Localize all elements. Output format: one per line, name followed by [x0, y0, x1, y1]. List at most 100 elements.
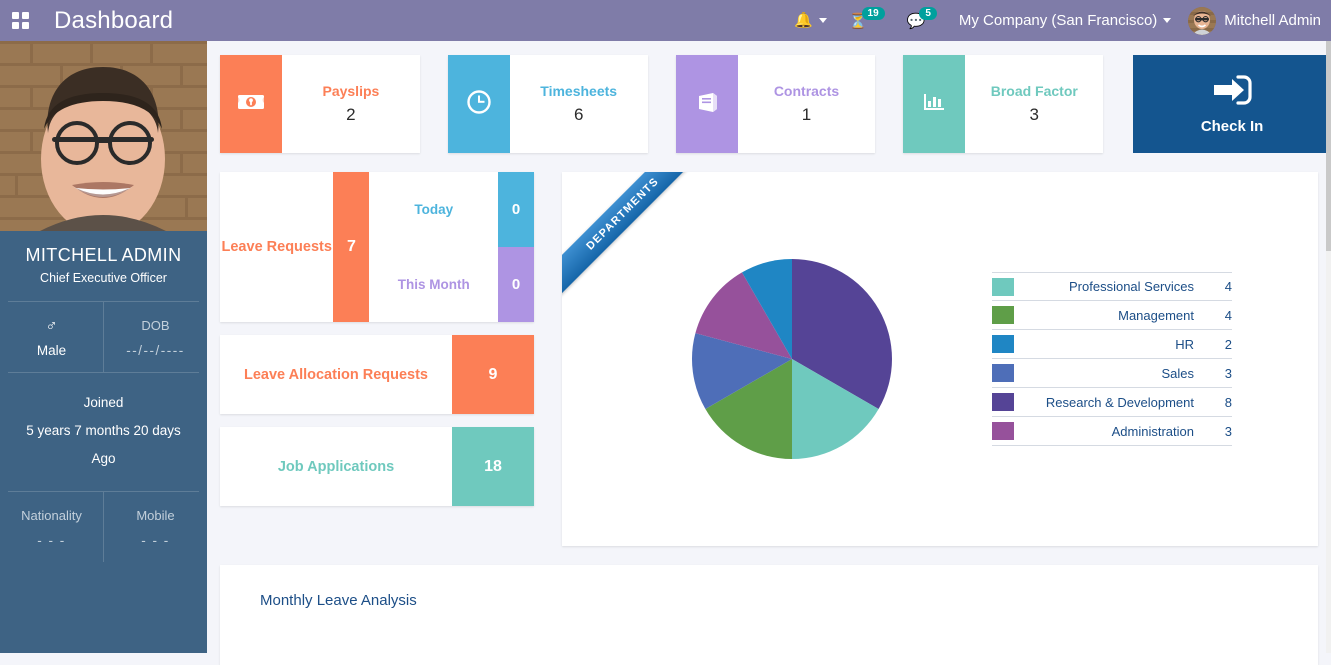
leave-today-count: 0 [498, 172, 534, 247]
legend-label: Research & Development [1045, 394, 1194, 410]
company-switcher[interactable]: My Company (San Francisco) [948, 0, 1182, 41]
departments-pie-chart[interactable] [562, 258, 992, 460]
bell-icon: 🔔 [794, 12, 813, 29]
leave-requests-label: Leave Requests [221, 239, 332, 255]
legend-color-swatch [992, 422, 1014, 440]
monthly-leave-analysis-title: Monthly Leave Analysis [260, 592, 417, 609]
leave-allocation-count: 9 [452, 335, 534, 414]
job-applications-label: Job Applications [277, 458, 395, 475]
kpi-icon-wrap [675, 55, 738, 153]
dashboard-middle-row: Leave Requests 7 Today 0 This Month 0 Le… [220, 172, 1331, 546]
kpi-label: Payslips [322, 83, 380, 99]
kpi-icon-wrap [903, 55, 966, 153]
profile-mobile-label: Mobile [136, 508, 175, 523]
bar-chart-icon [919, 87, 949, 122]
legend-label: Administration [1111, 423, 1194, 439]
legend-row[interactable]: Research & Development 8 [992, 388, 1232, 417]
leave-this-month-row[interactable]: This Month 0 [369, 247, 534, 322]
legend-label: HR [1175, 336, 1194, 352]
profile-gender-value: Male [36, 343, 67, 358]
legend-value: 3 [1224, 365, 1232, 381]
kpi-body: Contracts 1 [738, 55, 876, 153]
kpi-card-broad-factor[interactable]: Broad Factor 3 [903, 55, 1104, 153]
kpi-card-row: Payslips 2 Timesheets 6 Contracts 1 Broa… [220, 55, 1331, 153]
leave-requests-card[interactable]: Leave Requests 7 Today 0 This Month 0 [220, 172, 534, 322]
kpi-body: Broad Factor 3 [965, 55, 1103, 153]
chevron-down-icon [1163, 18, 1172, 23]
page-scrollbar-thumb[interactable] [1326, 41, 1331, 251]
profile-nationality-value: - - - [37, 533, 66, 548]
leave-today-row[interactable]: Today 0 [369, 172, 534, 247]
apps-menu-button[interactable] [0, 12, 40, 29]
profile-dob-value: --/--/---- [126, 343, 185, 358]
profile-identity: MITCHELL ADMIN Chief Executive Officer [0, 231, 207, 301]
legend-color-swatch [992, 393, 1014, 411]
kpi-label: Broad Factor [990, 83, 1078, 99]
leave-this-month-label: This Month [369, 247, 498, 322]
user-name-label: Mitchell Admin [1224, 12, 1321, 29]
legend-label: Professional Services [1069, 279, 1194, 294]
legend-value: 8 [1224, 394, 1232, 410]
legend-color-swatch [992, 335, 1014, 353]
kpi-value: 1 [801, 105, 812, 124]
legend-value: 2 [1224, 336, 1232, 352]
departments-panel: DEPARTMENTS Professional Services 4 Manage… [562, 172, 1318, 546]
legend-row[interactable]: Management 4 [992, 301, 1232, 330]
legend-value: 3 [1224, 423, 1232, 439]
topbar-right-group: 🔔 ⏳ 19 💬 5 My Company (San Francisco) Mi… [783, 0, 1331, 41]
avatar [1188, 6, 1217, 35]
page-scrollbar[interactable] [1326, 41, 1331, 653]
book-icon [692, 87, 722, 122]
messages-button[interactable]: 💬 5 [896, 0, 948, 41]
kpi-card-contracts[interactable]: Contracts 1 [675, 55, 876, 153]
kpi-card-payslips[interactable]: Payslips 2 [220, 55, 420, 153]
employee-profile-sidebar: MITCHELL ADMIN Chief Executive Officer ♂… [0, 41, 207, 653]
legend-row[interactable]: Administration 3 [992, 417, 1232, 446]
profile-mobile: Mobile - - - [103, 492, 207, 562]
profile-joined-value: 5 years 7 months 20 days [26, 423, 181, 438]
notifications-button[interactable]: 🔔 [783, 0, 838, 41]
profile-joined-suffix: Ago [91, 451, 116, 466]
legend-label: Sales [1161, 365, 1194, 381]
leave-cards-column: Leave Requests 7 Today 0 This Month 0 Le… [220, 172, 534, 546]
clock-icon [464, 87, 494, 122]
kpi-label: Timesheets [540, 83, 618, 99]
activities-button[interactable]: ⏳ 19 [838, 0, 896, 41]
legend-row[interactable]: Sales 3 [992, 359, 1232, 388]
departments-content: Professional Services 4 Management 4 HR 2 Sale… [562, 172, 1318, 546]
profile-name: MITCHELL ADMIN [25, 245, 182, 265]
leave-this-month-count: 0 [498, 247, 534, 322]
kpi-card-timesheets[interactable]: Timesheets 6 [447, 55, 648, 153]
job-applications-count: 18 [452, 427, 534, 506]
profile-joined: Joined 5 years 7 months 20 days Ago [0, 373, 207, 491]
legend-value: 4 [1224, 279, 1232, 294]
profile-joined-label: Joined [83, 395, 124, 410]
profile-dob: DOB --/--/---- [103, 302, 207, 372]
legend-row[interactable]: HR 2 [992, 330, 1232, 359]
profile-gender: ♂ Male [0, 302, 103, 372]
leave-allocation-requests-card[interactable]: Leave Allocation Requests 9 [220, 335, 534, 414]
check-in-label: Check In [1200, 118, 1264, 135]
leave-allocation-label: Leave Allocation Requests [244, 366, 428, 383]
page-title: Dashboard [54, 6, 174, 34]
user-menu-button[interactable]: Mitchell Admin [1182, 0, 1331, 41]
profile-gender-dob-row: ♂ Male DOB --/--/---- [0, 302, 207, 372]
profile-mobile-value: - - - [141, 533, 170, 548]
profile-nationality-mobile-row: Nationality - - - Mobile - - - [0, 492, 207, 562]
company-name-label: My Company (San Francisco) [958, 12, 1158, 29]
employee-photo [0, 41, 207, 231]
check-in-button[interactable]: Check In [1133, 55, 1331, 153]
legend-row[interactable]: Professional Services 4 [992, 272, 1232, 301]
legend-color-swatch [992, 306, 1014, 324]
job-applications-card[interactable]: Job Applications 18 [220, 427, 534, 506]
money-bill-icon [236, 87, 266, 122]
monthly-leave-analysis-panel: Monthly Leave Analysis [220, 565, 1318, 665]
profile-job-title: Chief Executive Officer [40, 271, 167, 285]
messages-count-badge: 5 [919, 7, 937, 20]
leave-today-label: Today [369, 172, 498, 247]
profile-nationality-label: Nationality [21, 508, 82, 523]
activity-count-badge: 19 [861, 7, 885, 20]
kpi-label: Contracts [773, 83, 840, 99]
male-symbol-icon: ♂ [45, 318, 58, 335]
legend-value: 4 [1224, 307, 1232, 323]
